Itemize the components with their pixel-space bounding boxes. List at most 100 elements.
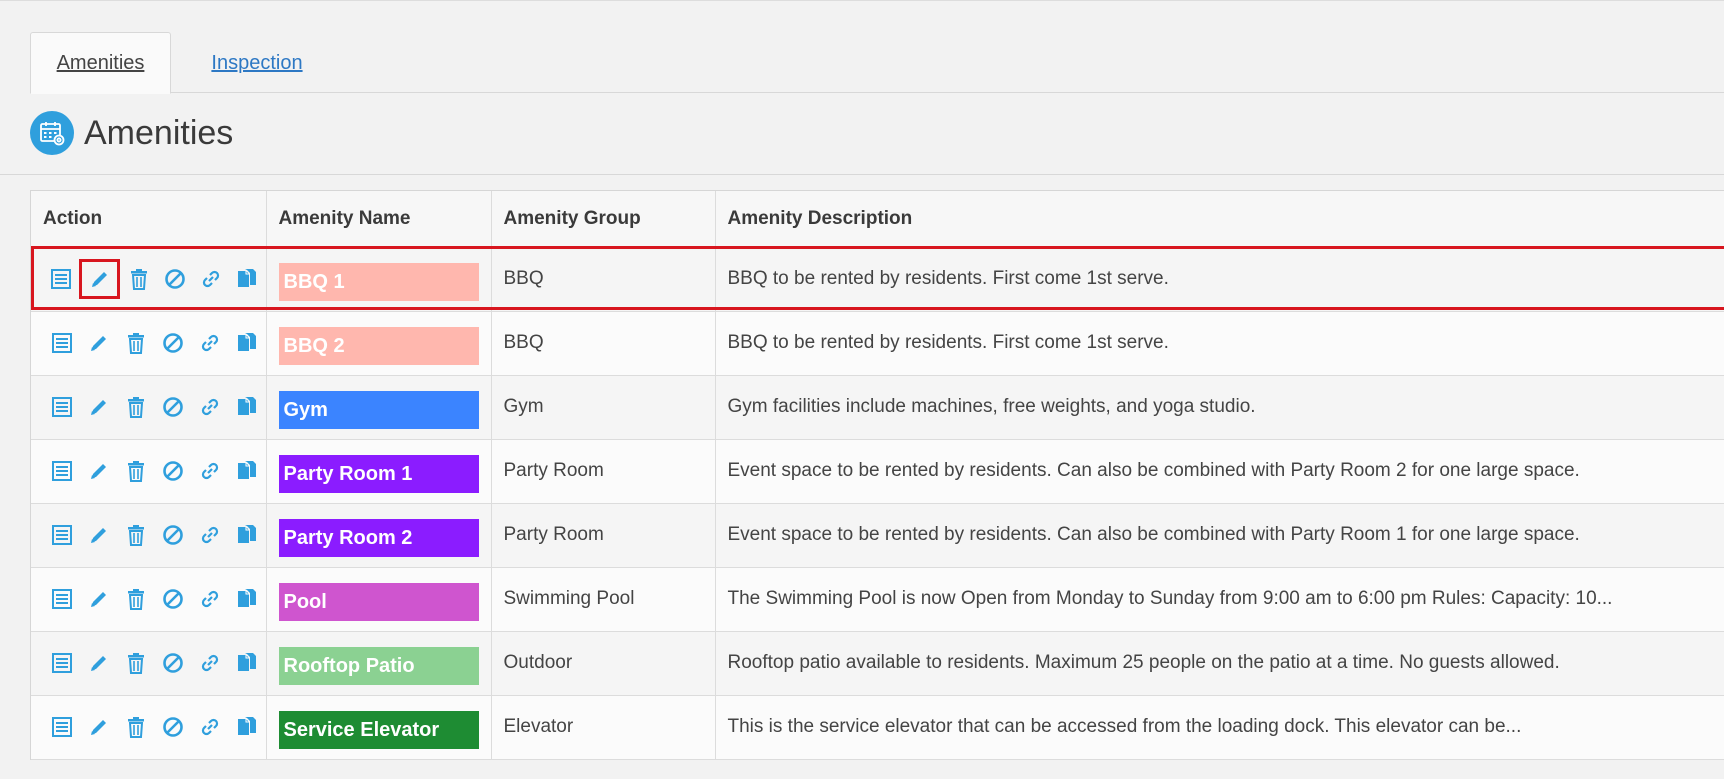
delete-trash-icon[interactable] <box>120 260 156 298</box>
link-icon[interactable] <box>191 516 228 554</box>
amenity-name-tag[interactable]: Gym <box>278 391 479 429</box>
action-cell <box>31 439 267 504</box>
details-list-icon[interactable] <box>43 260 79 298</box>
amenity-name-tag[interactable]: Rooftop Patio <box>278 647 479 685</box>
edit-pencil-icon[interactable] <box>79 259 121 299</box>
column-header-action: Action <box>31 191 267 248</box>
link-icon[interactable] <box>191 644 228 682</box>
action-icons <box>43 580 266 618</box>
action-cell <box>31 695 267 760</box>
amenity-group-cell: Swimming Pool <box>491 567 716 632</box>
disable-ban-icon[interactable] <box>154 516 191 554</box>
action-icons <box>43 259 266 299</box>
page-title: Amenities <box>84 114 234 152</box>
amenity-name-cell: BBQ 1 <box>266 247 492 312</box>
amenity-name-cell: Party Room 2 <box>266 503 492 568</box>
amenity-group-cell: Party Room <box>491 439 716 504</box>
details-list-icon[interactable] <box>43 324 80 362</box>
delete-trash-icon[interactable] <box>117 708 154 746</box>
delete-trash-icon[interactable] <box>117 580 154 618</box>
amenity-description-cell: BBQ to be rented by residents. First com… <box>715 311 1724 376</box>
delete-trash-icon[interactable] <box>117 516 154 554</box>
details-list-icon[interactable] <box>43 708 80 746</box>
copy-icon[interactable] <box>228 580 265 618</box>
table-row[interactable]: Party Room 2 Party Room Event space to b… <box>31 503 1724 568</box>
link-icon[interactable] <box>191 452 228 490</box>
details-list-icon[interactable] <box>43 516 80 554</box>
delete-trash-icon[interactable] <box>117 324 154 362</box>
table-row[interactable]: BBQ 2 BBQ BBQ to be rented by residents.… <box>31 311 1724 376</box>
amenity-name-cell: Pool <box>266 567 492 632</box>
copy-icon[interactable] <box>228 388 265 426</box>
copy-icon[interactable] <box>228 644 265 682</box>
action-icons <box>43 516 266 554</box>
disable-ban-icon[interactable] <box>154 708 191 746</box>
action-cell <box>31 247 267 312</box>
calendar-gear-icon <box>30 111 74 155</box>
amenity-name-tag[interactable]: Party Room 2 <box>278 519 479 557</box>
edit-pencil-icon[interactable] <box>80 580 117 618</box>
details-list-icon[interactable] <box>43 580 80 618</box>
tab-inspection[interactable]: Inspection <box>197 32 317 94</box>
action-cell <box>31 503 267 568</box>
disable-ban-icon[interactable] <box>154 580 191 618</box>
disable-ban-icon[interactable] <box>154 388 191 426</box>
copy-icon[interactable] <box>229 260 265 298</box>
action-icons <box>43 388 266 426</box>
delete-trash-icon[interactable] <box>117 452 154 490</box>
amenity-name-tag[interactable]: BBQ 1 <box>278 263 479 301</box>
amenity-group-cell: BBQ <box>491 247 716 312</box>
page-header: Amenities <box>0 93 1724 175</box>
amenity-description-cell: Event space to be rented by residents. C… <box>715 503 1724 568</box>
edit-pencil-icon[interactable] <box>80 644 117 682</box>
amenity-description-cell: The Swimming Pool is now Open from Monda… <box>715 567 1724 632</box>
edit-pencil-icon[interactable] <box>80 452 117 490</box>
edit-pencil-icon[interactable] <box>80 324 117 362</box>
column-header-group: Amenity Group <box>491 191 716 248</box>
copy-icon[interactable] <box>228 516 265 554</box>
amenity-description-cell: Gym facilities include machines, free we… <box>715 375 1724 440</box>
amenity-name-cell: Gym <box>266 375 492 440</box>
column-header-name: Amenity Name <box>266 191 492 248</box>
table-row[interactable]: BBQ 1 BBQ BBQ to be rented by residents.… <box>31 247 1724 312</box>
details-list-icon[interactable] <box>43 644 80 682</box>
link-icon[interactable] <box>191 580 228 618</box>
link-icon[interactable] <box>191 388 228 426</box>
amenity-description-cell: Rooftop patio available to residents. Ma… <box>715 631 1724 696</box>
disable-ban-icon[interactable] <box>154 324 191 362</box>
disable-ban-icon[interactable] <box>157 260 193 298</box>
table-row[interactable]: Gym Gym Gym facilities include machines,… <box>31 375 1724 440</box>
amenity-group-cell: Party Room <box>491 503 716 568</box>
link-icon[interactable] <box>191 324 228 362</box>
table-row[interactable]: Pool Swimming Pool The Swimming Pool is … <box>31 567 1724 632</box>
delete-trash-icon[interactable] <box>117 388 154 426</box>
amenity-name-tag[interactable]: Pool <box>278 583 479 621</box>
amenity-name-tag[interactable]: Service Elevator <box>278 711 479 749</box>
action-icons <box>43 452 266 490</box>
table-row[interactable]: Rooftop Patio Outdoor Rooftop patio avai… <box>31 631 1724 696</box>
copy-icon[interactable] <box>228 708 265 746</box>
edit-pencil-icon[interactable] <box>80 708 117 746</box>
delete-trash-icon[interactable] <box>117 644 154 682</box>
amenity-name-tag[interactable]: Party Room 1 <box>278 455 479 493</box>
table-row[interactable]: Service Elevator Elevator This is the se… <box>31 695 1724 760</box>
amenity-name-cell: Party Room 1 <box>266 439 492 504</box>
details-list-icon[interactable] <box>43 452 80 490</box>
amenity-name-tag[interactable]: BBQ 2 <box>278 327 479 365</box>
link-icon[interactable] <box>193 260 229 298</box>
copy-icon[interactable] <box>228 452 265 490</box>
copy-icon[interactable] <box>228 324 265 362</box>
amenity-description-cell: Event space to be rented by residents. C… <box>715 439 1724 504</box>
tab-amenities[interactable]: Amenities <box>30 32 171 94</box>
table-row[interactable]: Party Room 1 Party Room Event space to b… <box>31 439 1724 504</box>
details-list-icon[interactable] <box>43 388 80 426</box>
edit-pencil-icon[interactable] <box>80 516 117 554</box>
action-icons <box>43 644 266 682</box>
amenity-name-cell: Rooftop Patio <box>266 631 492 696</box>
amenity-group-cell: BBQ <box>491 311 716 376</box>
disable-ban-icon[interactable] <box>154 644 191 682</box>
action-cell <box>31 567 267 632</box>
edit-pencil-icon[interactable] <box>80 388 117 426</box>
disable-ban-icon[interactable] <box>154 452 191 490</box>
link-icon[interactable] <box>191 708 228 746</box>
